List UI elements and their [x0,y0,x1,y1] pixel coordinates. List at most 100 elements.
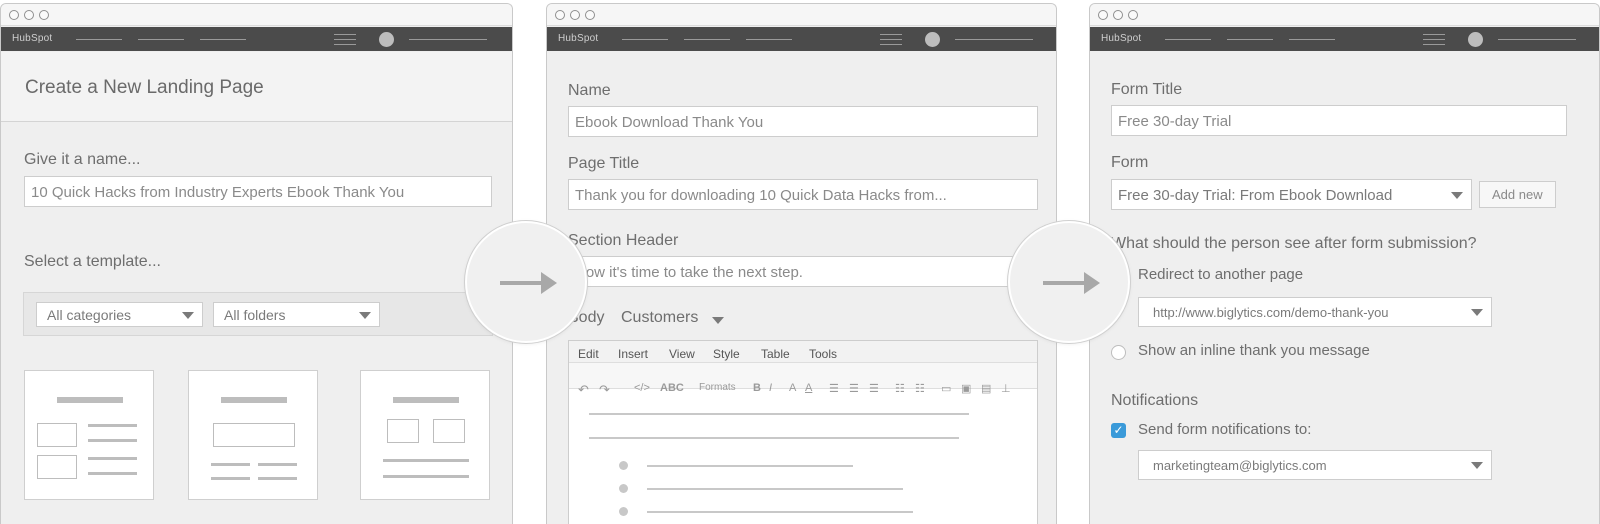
bullet-line [647,511,913,513]
chevron-down-icon [1451,192,1463,199]
zoom-dot[interactable] [585,10,595,20]
bullet-dot [619,507,628,516]
chevron-down-icon [359,312,371,319]
nav-link[interactable] [200,39,246,40]
minimize-dot[interactable] [24,10,34,20]
name-label: Name [568,82,611,99]
folders-select-value: All folders [224,307,286,323]
template-card-two-column[interactable] [360,370,490,500]
zoom-dot[interactable] [39,10,49,20]
form-title-input[interactable]: Free 30-day Trial [1111,105,1567,136]
menu-edit[interactable]: Edit [578,347,599,361]
form-select[interactable]: Free 30-day Trial: From Ebook Download [1111,179,1472,210]
template-text-line [258,477,297,480]
menu-icon[interactable] [334,34,356,45]
page-title-input[interactable]: Thank you for downloading 10 Quick Data … [568,179,1038,210]
nav-link[interactable] [138,39,184,40]
step-arrow-1 [465,221,587,343]
bullet-line [647,488,903,490]
avatar[interactable] [925,32,940,47]
undo-icon[interactable]: ↶ [578,382,589,398]
formats-dropdown[interactable]: Formats [699,382,736,393]
landing-page-name-input[interactable]: 10 Quick Hacks from Industry Experts Ebo… [24,176,492,207]
redirect-option-label: Redirect to another page [1138,266,1304,283]
close-dot[interactable] [9,10,19,20]
avatar[interactable] [379,32,394,47]
nav-link[interactable] [622,39,668,40]
template-image-box [433,419,465,443]
chevron-down-icon[interactable] [712,317,724,324]
align-right-icon[interactable]: ☰ [869,382,879,395]
template-image-box [387,419,419,443]
nav-link[interactable] [746,39,792,40]
template-text-line [258,463,297,466]
add-new-form-button[interactable]: Add new [1479,181,1556,208]
bullet-list-icon[interactable]: ☷ [895,382,905,395]
zoom-dot[interactable] [1128,10,1138,20]
bold-icon[interactable]: B [753,382,761,394]
account-link[interactable] [1498,39,1576,40]
menu-table[interactable]: Table [761,347,790,361]
notification-recipients-select[interactable]: marketingteam@biglytics.com [1138,450,1492,480]
nav-link[interactable] [1165,39,1211,40]
template-header-bar [57,397,123,403]
title-bar [547,4,1056,26]
nav-link[interactable] [76,39,122,40]
rich-text-editor[interactable] [568,340,1038,524]
folders-select[interactable]: All folders [213,302,380,327]
close-dot[interactable] [555,10,565,20]
categories-select-value: All categories [47,307,132,323]
account-link[interactable] [955,39,1033,40]
menu-icon[interactable] [1423,34,1445,45]
align-center-icon[interactable]: ☰ [849,382,859,395]
minimize-dot[interactable] [570,10,580,20]
spellcheck-icon[interactable]: ABC [660,382,684,394]
numbered-list-icon[interactable]: ☷ [915,382,925,395]
upload-icon[interactable]: ⊥ [1001,382,1011,395]
template-card-centered[interactable] [188,370,318,500]
redo-icon[interactable]: ↷ [599,382,610,398]
image-icon[interactable]: ▣ [961,382,971,395]
avatar[interactable] [1468,32,1483,47]
menu-style[interactable]: Style [713,347,740,361]
template-image-box [213,423,295,447]
template-card-left-sidebar[interactable] [24,370,154,500]
menu-insert[interactable]: Insert [618,347,648,361]
text-color-icon[interactable]: A [789,382,796,394]
top-nav: HubSpot [547,27,1056,51]
send-notifications-label: Send form notifications to: [1138,421,1312,438]
chevron-down-icon [1471,309,1483,316]
nav-link[interactable] [1289,39,1335,40]
form-select-value: Free 30-day Trial: From Ebook Download [1118,187,1393,204]
nav-link[interactable] [1227,39,1273,40]
minimize-dot[interactable] [1113,10,1123,20]
link-icon[interactable]: ▭ [941,382,951,395]
template-image-box [37,423,77,447]
redirect-url-select[interactable]: http://www.biglytics.com/demo-thank-you [1138,297,1492,327]
section-header-input[interactable]: Now it's time to take the next step. [568,256,1038,287]
template-header-bar [393,397,459,403]
highlight-color-icon[interactable]: A [805,382,812,394]
template-text-line [383,459,469,462]
section-header-label: Section Header [568,232,679,249]
menu-icon[interactable] [880,34,902,45]
menu-tools[interactable]: Tools [809,347,837,361]
notifications-label: Notifications [1111,392,1199,409]
send-notifications-checkbox[interactable]: ✓ [1111,423,1126,438]
name-label: Give it a name... [24,151,141,168]
top-nav: HubSpot [1,27,512,51]
menu-view[interactable]: View [669,347,695,361]
code-icon[interactable]: </> [634,382,650,394]
close-dot[interactable] [1098,10,1108,20]
inline-message-radio[interactable] [1111,345,1126,360]
nav-link[interactable] [684,39,730,40]
template-text-line [88,424,137,427]
body-type-select[interactable]: Customers [621,309,698,327]
paste-icon[interactable]: ▤ [981,382,991,395]
name-input[interactable]: Ebook Download Thank You [568,106,1038,137]
template-text-line [88,472,137,475]
align-left-icon[interactable]: ☰ [829,382,839,395]
italic-icon[interactable]: I [769,382,772,394]
account-link[interactable] [409,39,487,40]
categories-select[interactable]: All categories [36,302,203,327]
